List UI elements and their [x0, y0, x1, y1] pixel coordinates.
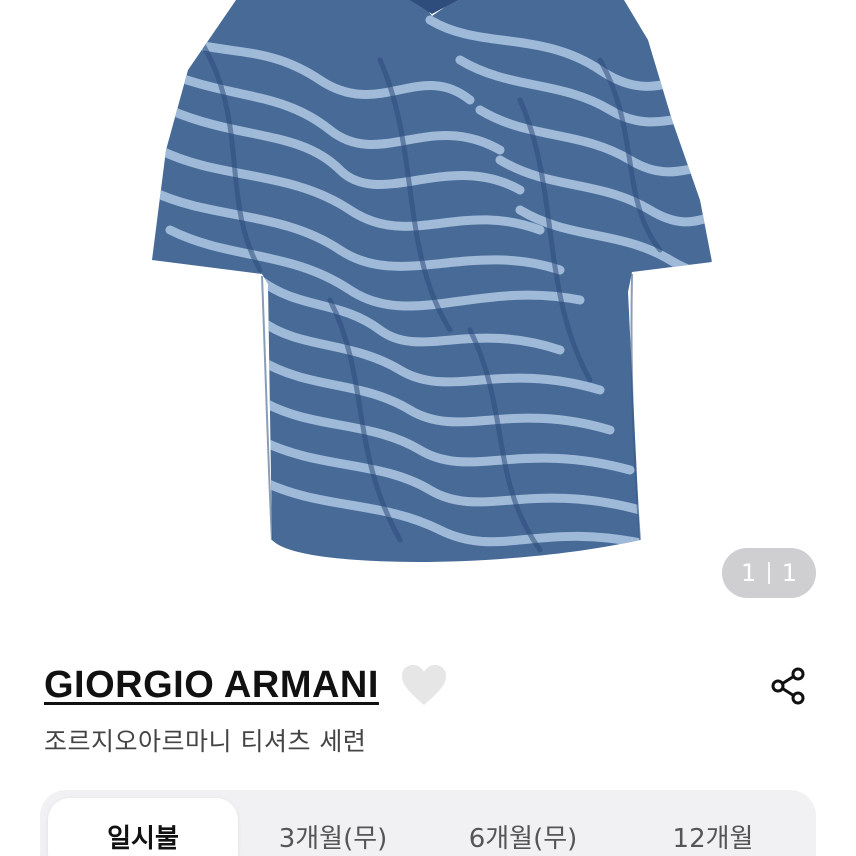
tab-3-months[interactable]: 3개월(무)	[238, 798, 428, 856]
share-button[interactable]	[766, 664, 810, 708]
image-counter: 1 1	[722, 548, 816, 598]
product-image[interactable]	[0, 0, 856, 640]
image-counter-divider	[768, 562, 770, 584]
share-icon	[771, 667, 805, 705]
tab-6-months[interactable]: 6개월(무)	[428, 798, 618, 856]
wishlist-button[interactable]	[399, 662, 449, 708]
image-counter-total: 1	[781, 559, 798, 587]
image-counter-current: 1	[740, 559, 757, 587]
product-detail-page: 1 1 GIORGIO ARMANI 조르지오아르마니 티셔츠 세련 일시불 3…	[0, 0, 856, 856]
payment-tab-bar: 일시불 3개월(무) 6개월(무) 12개월	[40, 790, 816, 856]
product-title: 조르지오아르마니 티셔츠 세련	[44, 727, 367, 756]
brand-link[interactable]: GIORGIO ARMANI	[44, 664, 379, 707]
tshirt-illustration	[152, 0, 712, 562]
heart-icon	[401, 665, 446, 705]
brand-row: GIORGIO ARMANI	[44, 655, 449, 715]
tab-12-months[interactable]: 12개월	[618, 798, 808, 856]
tab-lump-sum[interactable]: 일시불	[48, 798, 238, 856]
